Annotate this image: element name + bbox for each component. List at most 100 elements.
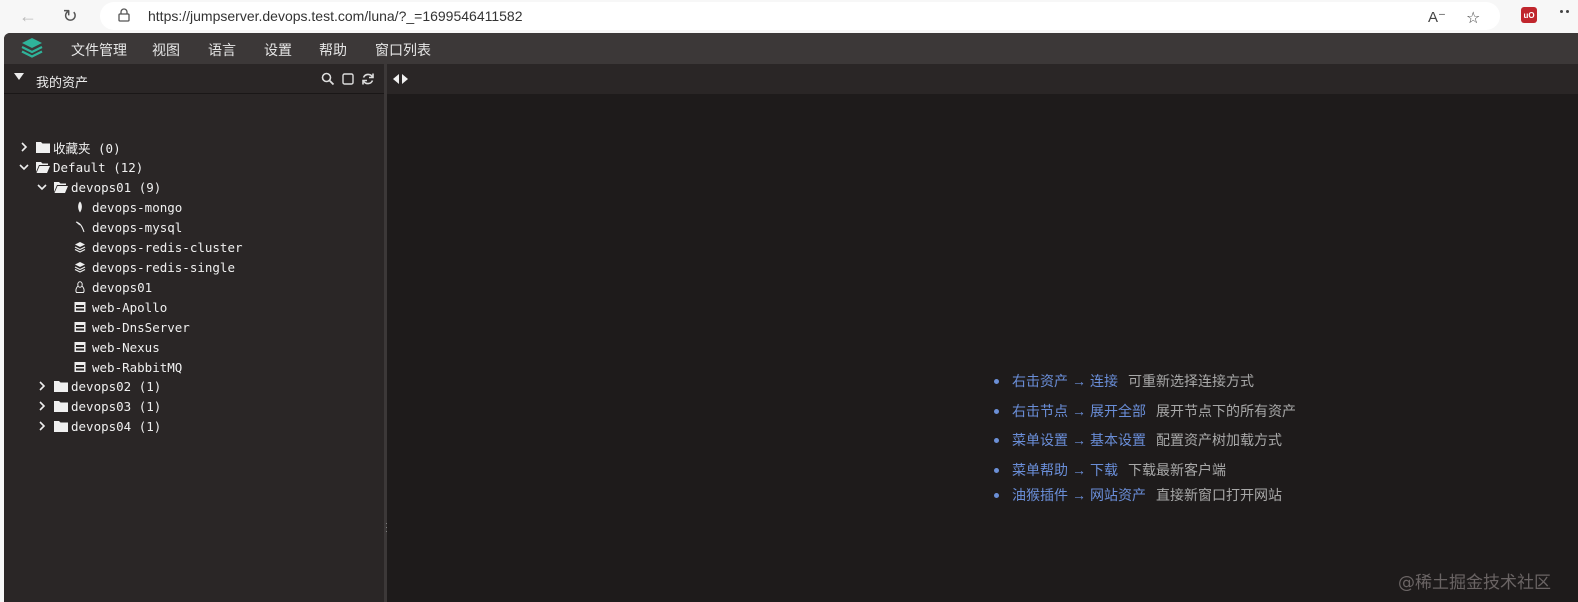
chevron-right-icon[interactable] xyxy=(36,380,48,392)
content-tab-bar xyxy=(387,64,1578,94)
tree-node-devops03-group[interactable]: devops03 (1) xyxy=(36,396,161,416)
folder-open-icon xyxy=(54,182,68,193)
tree-asset-devops-redis-cluster[interactable]: devops-redis-cluster xyxy=(74,237,243,257)
menu-help[interactable]: 帮助 xyxy=(319,40,347,60)
favorite-star-icon[interactable]: ☆ xyxy=(1466,8,1480,28)
folder-icon xyxy=(54,381,68,392)
asset-label: devops-mysql xyxy=(92,219,183,235)
tip-target: 网站资产 xyxy=(1090,487,1146,503)
tip-action: 油猴插件 xyxy=(1012,487,1068,503)
tree-asset-devops-redis-single[interactable]: devops-redis-single xyxy=(74,257,235,277)
chevron-right-icon[interactable] xyxy=(36,400,48,412)
tree-asset-web-dnsserver[interactable]: web-DnsServer xyxy=(74,317,190,337)
tree-node-label: 收藏夹 (0) xyxy=(53,140,121,156)
arrow-icon: → xyxy=(1072,403,1086,419)
tree-asset-web-rabbitmq[interactable]: web-RabbitMQ xyxy=(74,357,182,377)
mongo-leaf-icon xyxy=(78,201,82,213)
tree-node-devops02-group[interactable]: devops02 (1) xyxy=(36,376,161,396)
arrow-icon: → xyxy=(1072,432,1086,448)
tip-action: 菜单设置 xyxy=(1012,432,1068,448)
url-text: https://jumpserver.devops.test.com/luna/… xyxy=(148,8,523,24)
ublock-extension-icon[interactable]: uO xyxy=(1521,7,1537,23)
web-window-icon xyxy=(74,342,86,352)
tip-target: 基本设置 xyxy=(1090,432,1146,448)
sidebar-title: 我的资产 xyxy=(36,75,89,90)
tip-target: 下载 xyxy=(1090,462,1118,478)
web-window-icon xyxy=(74,322,86,332)
tip-description: 下载最新客户端 xyxy=(1128,462,1226,478)
menu-view[interactable]: 视图 xyxy=(152,40,180,60)
tip-item: 右击节点 → 展开全部 展开节点下的所有资产 xyxy=(994,401,1296,421)
address-bar[interactable]: https://jumpserver.devops.test.com/luna/… xyxy=(100,2,1500,30)
luna-app: 文件管理 视图 语言 设置 帮助 窗口列表 我的资产 收藏夹 (0) Defau… xyxy=(4,33,1578,602)
bullet-icon xyxy=(994,467,999,473)
bullet-icon xyxy=(994,408,999,414)
tree-asset-web-nexus[interactable]: web-Nexus xyxy=(74,337,160,357)
checkbox-icon[interactable] xyxy=(341,72,355,86)
watermark: @稀土掘金技术社区 xyxy=(1398,573,1551,593)
asset-label: web-DnsServer xyxy=(92,319,190,335)
tree-node-default[interactable]: Default (12) xyxy=(18,157,143,177)
tree-node-devops01-group[interactable]: devops01 (9) xyxy=(36,177,161,197)
lock-icon xyxy=(118,8,130,22)
tree-asset-devops-mysql[interactable]: devops-mysql xyxy=(74,217,182,237)
tree-node-devops04-group[interactable]: devops04 (1) xyxy=(36,416,161,436)
asset-sidebar: 我的资产 收藏夹 (0) Default (12) devops01 (9) d… xyxy=(4,64,384,602)
redis-layers-icon xyxy=(74,262,86,273)
browser-toolbar: ← ↻ https://jumpserver.devops.test.com/l… xyxy=(0,0,1578,32)
scroll-left-icon[interactable] xyxy=(393,74,399,84)
tip-item: 菜单帮助 → 下载 下载最新客户端 xyxy=(994,460,1226,480)
bullet-icon xyxy=(994,437,999,443)
tree-asset-web-apollo[interactable]: web-Apollo xyxy=(74,297,167,317)
chevron-right-icon[interactable] xyxy=(18,141,30,153)
tree-asset-devops01[interactable]: devops01 xyxy=(74,277,152,297)
search-icon[interactable] xyxy=(321,72,335,86)
folder-icon xyxy=(54,401,68,412)
more-menu-icon[interactable] xyxy=(1560,10,1563,13)
tip-description: 直接新窗口打开网站 xyxy=(1156,487,1282,503)
folder-icon xyxy=(54,421,68,432)
reload-icon[interactable]: ↻ xyxy=(58,4,82,28)
tree-node-label: devops02 (1) xyxy=(71,378,162,394)
menu-bar: 文件管理 视图 语言 设置 帮助 窗口列表 xyxy=(4,33,1578,64)
tree-node-label: Default (12) xyxy=(53,159,144,175)
tip-description: 配置资产树加载方式 xyxy=(1156,432,1282,448)
collapse-caret-icon[interactable] xyxy=(14,73,24,80)
menu-file-manager[interactable]: 文件管理 xyxy=(71,40,127,60)
chevron-down-icon[interactable] xyxy=(36,181,48,193)
mysql-dolphin-icon xyxy=(75,221,85,233)
menu-language[interactable]: 语言 xyxy=(208,40,236,60)
menu-settings[interactable]: 设置 xyxy=(264,40,292,60)
bullet-icon xyxy=(994,378,999,384)
back-icon[interactable]: ← xyxy=(16,4,40,28)
tip-action: 右击节点 xyxy=(1012,403,1068,419)
tree-asset-devops-mongo[interactable]: devops-mongo xyxy=(74,197,182,217)
read-aloud-icon[interactable]: A⁻ xyxy=(1428,8,1446,26)
chevron-right-icon[interactable] xyxy=(36,420,48,432)
folder-open-icon xyxy=(36,162,50,173)
redis-layers-icon xyxy=(74,242,86,253)
tip-description: 展开节点下的所有资产 xyxy=(1156,403,1296,419)
tree-node-label: devops04 (1) xyxy=(71,418,162,434)
folder-icon xyxy=(36,142,50,153)
splitter-grip-icon[interactable]: · · · xyxy=(385,519,388,536)
asset-label: devops-redis-cluster xyxy=(92,239,243,255)
asset-label: devops-redis-single xyxy=(92,259,235,275)
sidebar-header: 我的资产 xyxy=(4,64,384,94)
tip-action: 菜单帮助 xyxy=(1012,462,1068,478)
tree-node-label: devops01 (9) xyxy=(71,179,162,195)
asset-label: devops01 xyxy=(92,279,153,295)
web-window-icon xyxy=(74,362,86,372)
bullet-icon xyxy=(994,492,999,498)
chevron-down-icon[interactable] xyxy=(18,161,30,173)
arrow-icon: → xyxy=(1072,487,1086,503)
menu-window-list[interactable]: 窗口列表 xyxy=(375,40,431,60)
refresh-icon[interactable] xyxy=(361,72,375,86)
tip-description: 可重新选择连接方式 xyxy=(1128,373,1254,389)
scroll-right-icon[interactable] xyxy=(402,74,408,84)
arrow-icon: → xyxy=(1072,462,1086,478)
tree-node-favorites[interactable]: 收藏夹 (0) xyxy=(18,137,121,157)
tip-target: 连接 xyxy=(1090,373,1118,389)
web-window-icon xyxy=(74,302,86,312)
tip-item: 菜单设置 → 基本设置 配置资产树加载方式 xyxy=(994,430,1282,450)
